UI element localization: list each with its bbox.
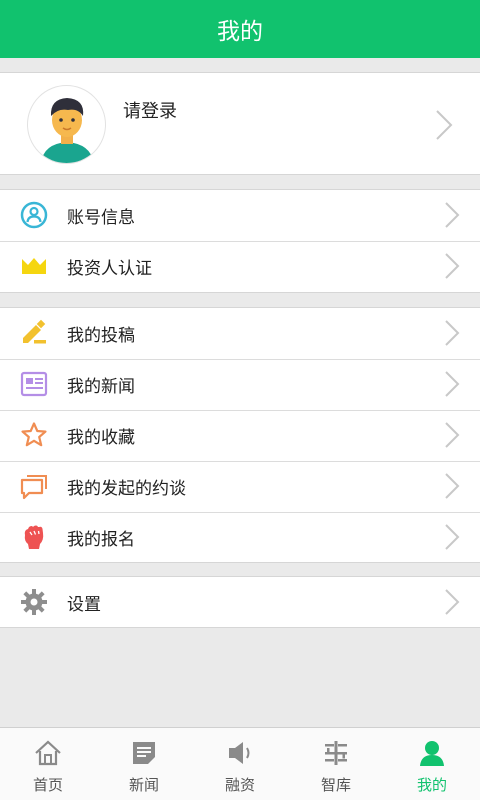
default-avatar-icon: [41, 98, 94, 163]
menu-item-label: 我的投稿: [67, 325, 135, 346]
person-circle-icon: [20, 201, 48, 229]
tab-mine[interactable]: 我的: [384, 728, 480, 800]
menu-item-my-news[interactable]: 我的新闻: [0, 359, 480, 409]
star-icon: [20, 421, 48, 449]
tab-label: 融资: [224, 776, 255, 794]
newspaper-icon: [20, 370, 48, 398]
chevron-right-icon: [445, 253, 460, 279]
fist-icon: [20, 523, 48, 551]
menu-item-label: 我的收藏: [67, 427, 135, 448]
settings-group: 设置: [0, 576, 480, 628]
tab-label: 我的: [416, 776, 447, 794]
menu-item-label: 设置: [67, 594, 101, 615]
chevron-right-icon: [445, 589, 460, 615]
tab-label: 新闻: [128, 776, 159, 794]
grid-icon: [321, 738, 351, 768]
avatar: [27, 85, 106, 164]
tab-home[interactable]: 首页: [0, 728, 96, 800]
chevron-right-icon: [436, 110, 453, 140]
tab-think-tank[interactable]: 智库: [288, 728, 384, 800]
page-title: 我的: [217, 19, 263, 45]
chevron-right-icon: [445, 202, 460, 228]
bottom-tab-bar: 首页 新闻 融资 智库 我的: [0, 727, 480, 800]
account-group: 账号信息 投资人认证: [0, 189, 480, 293]
chevron-right-icon: [445, 473, 460, 499]
app-header: 我的: [0, 0, 480, 58]
menu-item-my-appointments[interactable]: 我的发起的约谈: [0, 461, 480, 511]
menu-item-my-favorites[interactable]: 我的收藏: [0, 410, 480, 460]
chevron-right-icon: [445, 524, 460, 550]
menu-item-label: 账号信息: [67, 207, 135, 228]
user-icon: [417, 738, 447, 768]
news-icon: [129, 738, 159, 768]
speaker-icon: [225, 738, 255, 768]
menu-item-label: 我的报名: [67, 529, 135, 550]
pencil-icon: [20, 319, 48, 347]
chevron-right-icon: [445, 371, 460, 397]
menu-item-label: 我的发起的约谈: [67, 478, 186, 499]
login-prompt: 请登录: [123, 101, 177, 122]
menu-item-label: 投资人认证: [67, 258, 152, 279]
home-icon: [33, 738, 63, 768]
menu-item-investor-verify[interactable]: 投资人认证: [0, 241, 480, 291]
tab-label: 首页: [32, 776, 63, 794]
tab-news[interactable]: 新闻: [96, 728, 192, 800]
chat-icon: [20, 472, 48, 500]
tab-financing[interactable]: 融资: [192, 728, 288, 800]
menu-item-my-submissions[interactable]: 我的投稿: [0, 308, 480, 358]
chevron-right-icon: [445, 320, 460, 346]
menu-item-my-registrations[interactable]: 我的报名: [0, 512, 480, 562]
tab-label: 智库: [320, 776, 351, 794]
chevron-right-icon: [445, 422, 460, 448]
crown-icon: [20, 252, 48, 280]
profile-login-row[interactable]: 请登录: [0, 72, 480, 175]
my-content-group: 我的投稿 我的新闻 我的收藏 我的发起的约谈 我的报名: [0, 307, 480, 563]
menu-item-label: 我的新闻: [67, 376, 135, 397]
menu-item-settings[interactable]: 设置: [0, 577, 480, 627]
menu-item-account-info[interactable]: 账号信息: [0, 190, 480, 240]
gear-icon: [20, 588, 48, 616]
